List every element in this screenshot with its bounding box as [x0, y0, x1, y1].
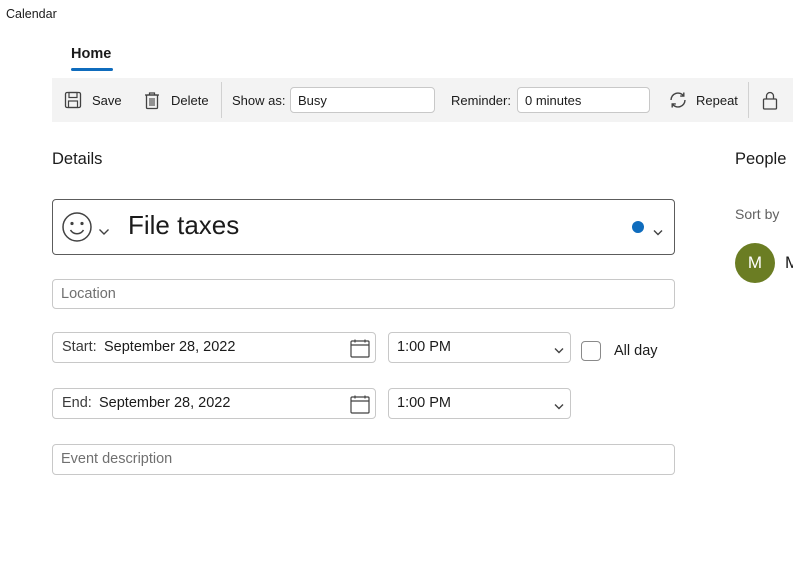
delete-label: Delete	[171, 92, 209, 108]
description-placeholder: Event description	[61, 451, 173, 467]
emoji-picker-icon[interactable]	[61, 211, 93, 248]
lock-icon	[762, 91, 778, 110]
end-label: End:	[62, 395, 92, 411]
start-label: Start:	[62, 339, 97, 355]
location-input[interactable]: Location	[52, 279, 675, 309]
show-as-dropdown[interactable]: Busy	[290, 87, 435, 113]
event-description-input[interactable]: Event description	[52, 444, 675, 475]
end-time-dropdown[interactable]: 1:00 PM	[388, 388, 571, 419]
private-lock-button[interactable]	[762, 78, 778, 122]
toolbar-divider	[221, 82, 222, 118]
all-day-checkbox[interactable]	[581, 341, 601, 361]
repeat-button[interactable]: Repeat	[668, 78, 738, 122]
chevron-down-icon	[554, 398, 564, 414]
end-date-field[interactable]: End: September 28, 2022	[52, 388, 376, 419]
reminder-label: Reminder:	[451, 92, 511, 108]
reminder-dropdown[interactable]: 0 minutes	[517, 87, 650, 113]
show-as-label: Show as:	[232, 92, 286, 108]
start-time-dropdown[interactable]: 1:00 PM	[388, 332, 571, 363]
location-placeholder: Location	[61, 286, 116, 302]
save-icon	[64, 91, 82, 109]
end-time-value: 1:00 PM	[397, 395, 451, 411]
start-date-value: September 28, 2022	[104, 339, 236, 355]
app-title: Calendar	[6, 7, 57, 21]
all-day-label: All day	[614, 343, 658, 359]
attendee-name[interactable]: M	[785, 253, 793, 273]
toolbar: Save Delete Show as: Busy Reminder: 0 mi…	[52, 78, 793, 122]
delete-button[interactable]: Delete	[143, 78, 209, 122]
details-heading: Details	[52, 150, 103, 168]
save-label: Save	[92, 92, 122, 108]
sort-by-button[interactable]: Sort by	[735, 206, 779, 222]
toolbar-divider	[748, 82, 749, 118]
end-date-value: September 28, 2022	[99, 395, 231, 411]
repeat-icon	[668, 91, 688, 109]
avatar[interactable]: M	[735, 243, 775, 283]
start-time-value: 1:00 PM	[397, 339, 451, 355]
delete-icon	[143, 91, 161, 110]
repeat-label: Repeat	[696, 92, 738, 108]
tab-selected-indicator	[71, 68, 113, 71]
people-heading: People	[735, 150, 787, 168]
tab-home[interactable]: Home	[71, 46, 111, 62]
event-title-input[interactable]: File taxes	[128, 210, 239, 241]
calendar-icon[interactable]	[350, 395, 370, 418]
calendar-icon[interactable]	[350, 339, 370, 362]
chevron-down-icon[interactable]	[653, 223, 663, 241]
chevron-down-icon[interactable]	[98, 223, 110, 241]
category-color-icon[interactable]	[632, 221, 644, 233]
start-date-field[interactable]: Start: September 28, 2022	[52, 332, 376, 363]
chevron-down-icon	[554, 342, 564, 358]
event-title-box: File taxes	[52, 199, 675, 255]
save-button[interactable]: Save	[64, 78, 122, 122]
